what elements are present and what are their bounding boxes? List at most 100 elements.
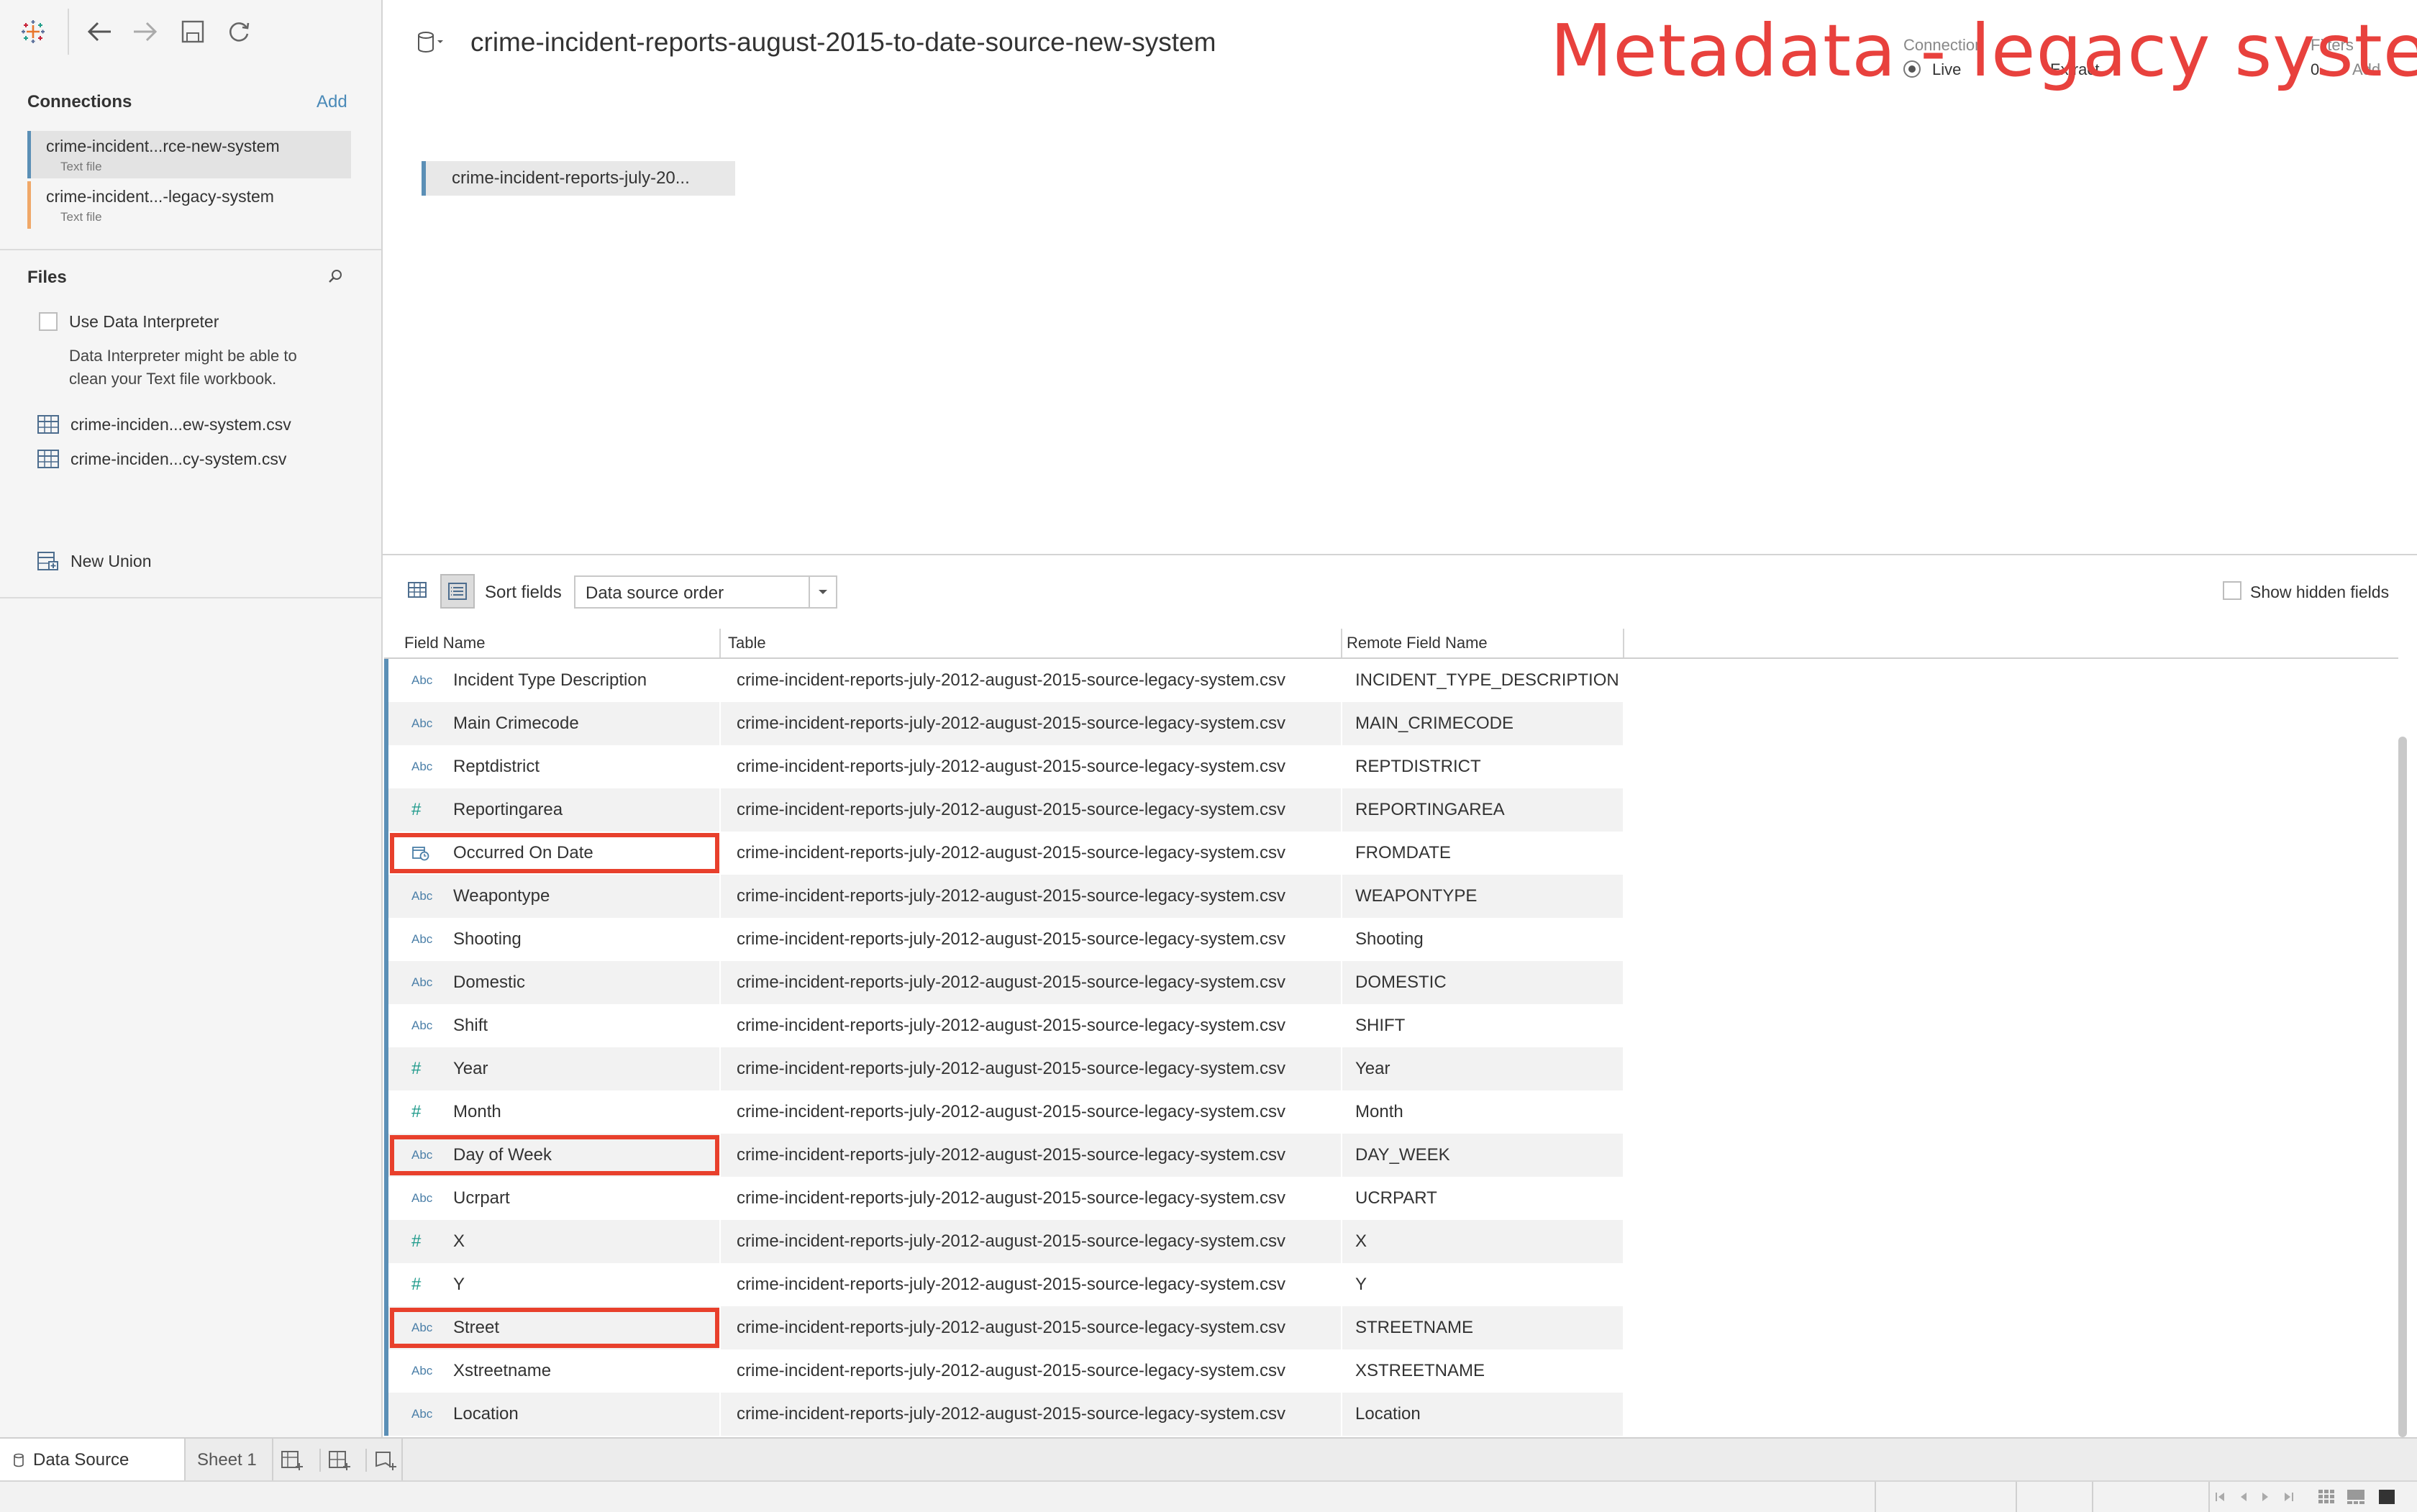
grid-scrollbar[interactable] [2398, 737, 2407, 1437]
forward-arrow-icon[interactable] [129, 16, 161, 47]
filmstrip-icon[interactable] [2347, 1489, 2365, 1508]
number-type-icon[interactable]: # [411, 1220, 440, 1263]
tab-sheet-1[interactable]: Sheet 1 [186, 1439, 273, 1482]
string-type-icon[interactable]: Abc [411, 1004, 440, 1047]
field-name-cell[interactable]: Street [453, 1306, 499, 1349]
number-type-icon[interactable]: # [411, 788, 440, 832]
field-name-cell[interactable]: Y [453, 1263, 465, 1306]
data-interpreter-note: Data Interpreter might be able to [69, 347, 297, 365]
field-name-cell[interactable]: Weapontype [453, 875, 550, 918]
field-name-cell[interactable]: Incident Type Description [453, 659, 647, 702]
field-name-cell[interactable]: Shift [453, 1004, 488, 1047]
string-type-icon[interactable]: Abc [411, 1134, 440, 1177]
string-type-icon[interactable]: Abc [411, 745, 440, 788]
string-type-icon[interactable]: Abc [411, 918, 440, 961]
remote-field-name-cell: Y [1355, 1275, 1367, 1294]
table-row[interactable]: # Month crime-incident-reports-july-2012-a… [384, 1090, 1623, 1134]
new-dashboard-icon[interactable] [328, 1449, 351, 1475]
datasource-icon[interactable] [416, 30, 445, 60]
field-name-cell[interactable]: X [453, 1220, 465, 1263]
table-row[interactable]: Occurred On Date crime-incident-reports-j… [384, 832, 1623, 875]
number-type-icon[interactable]: # [411, 1090, 440, 1134]
connection-name: crime-incident...rce-new-system [46, 137, 280, 155]
page-title[interactable]: crime-incident-reports-august-2015-to-da… [470, 27, 1216, 58]
new-worksheet-icon[interactable] [281, 1449, 304, 1475]
show-hidden-label: Show hidden fields [2250, 583, 2390, 601]
table-row[interactable]: # Xcrime-incident-reports-july-2012-augus… [384, 1220, 1623, 1263]
field-name-cell[interactable]: Shooting [453, 918, 522, 961]
data-interpreter-checkbox[interactable] [39, 312, 58, 331]
field-name-cell[interactable]: Reportingarea [453, 788, 563, 832]
field-name-cell[interactable]: Day of Week [453, 1134, 552, 1177]
string-type-icon[interactable]: Abc [411, 1393, 440, 1436]
table-row[interactable]: Abc Street crime-incident-reports-july-201… [384, 1306, 1623, 1349]
field-name-cell[interactable]: Occurred On Date [453, 832, 593, 875]
tableau-logo-icon[interactable] [17, 16, 49, 47]
metadata-view-icon[interactable] [440, 574, 475, 609]
field-name-cell[interactable]: Year [453, 1047, 488, 1090]
sheet-sorter-icon[interactable] [2318, 1489, 2335, 1508]
table-row[interactable]: Abc Domestic crime-incident-reports-july-2… [384, 961, 1623, 1004]
field-name-cell[interactable]: Location [453, 1393, 519, 1436]
table-row[interactable]: # Ycrime-incident-reports-july-2012-augus… [384, 1263, 1623, 1306]
field-name-cell[interactable]: Ucrpart [453, 1177, 510, 1220]
row-accent-bar [384, 1393, 388, 1436]
column-header-field-name[interactable]: Field Name [404, 629, 485, 657]
number-type-icon[interactable]: # [411, 1263, 440, 1306]
back-arrow-icon[interactable] [83, 16, 115, 47]
table-row[interactable]: # Reportingarea crime-incident-reports-jul… [384, 788, 1623, 832]
field-name-cell[interactable]: Month [453, 1090, 501, 1134]
first-page-icon[interactable] [2214, 1490, 2227, 1507]
field-name-cell[interactable]: Domestic [453, 961, 525, 1004]
refresh-icon[interactable] [223, 16, 255, 47]
column-header-remote-field-name[interactable]: Remote Field Name [1347, 629, 1488, 657]
number-type-icon[interactable]: # [411, 1047, 440, 1090]
new-union-button[interactable]: New Union [37, 548, 152, 574]
field-name-cell[interactable]: Main Crimecode [453, 702, 579, 745]
string-type-icon[interactable]: Abc [411, 961, 440, 1004]
prev-page-icon[interactable] [2237, 1490, 2250, 1507]
tab-data-source[interactable]: Data Source [0, 1439, 186, 1482]
canvas-table-pill[interactable]: crime-incident-reports-july-20... [422, 161, 735, 196]
table-row[interactable]: Abc Main Crimecode crime-incident-reports-… [384, 702, 1623, 745]
string-type-icon[interactable]: Abc [411, 1306, 440, 1349]
table-row[interactable]: Abc Shift crime-incident-reports-july-2012… [384, 1004, 1623, 1047]
string-type-icon[interactable]: Abc [411, 875, 440, 918]
table-row[interactable]: Abc Shooting crime-incident-reports-july-2… [384, 918, 1623, 961]
row-accent-bar [384, 1263, 388, 1306]
last-page-icon[interactable] [2282, 1490, 2295, 1507]
add-connection-link[interactable]: Add [317, 92, 347, 112]
show-hidden-checkbox[interactable] [2223, 581, 2241, 600]
table-row[interactable]: Abc Weapontype crime-incident-reports-july… [384, 875, 1623, 918]
sort-fields-select[interactable]: Data source order [574, 575, 837, 609]
connection-item-new-system[interactable]: crime-incident...rce-new-system Text fil… [27, 131, 351, 178]
next-page-icon[interactable] [2259, 1490, 2272, 1507]
tabs-view-icon[interactable] [2378, 1489, 2395, 1508]
table-row[interactable]: # Year crime-incident-reports-july-2012-au… [384, 1047, 1623, 1090]
table-row[interactable]: Abc Ucrpart crime-incident-reports-july-20… [384, 1177, 1623, 1220]
string-type-icon[interactable]: Abc [411, 702, 440, 745]
field-name-cell[interactable]: Xstreetname [453, 1349, 551, 1393]
new-story-icon[interactable] [374, 1449, 397, 1475]
save-icon[interactable] [177, 16, 209, 47]
file-item[interactable]: crime-inciden...cy-system.csv [37, 446, 286, 472]
canvas-divider[interactable] [383, 554, 2417, 555]
column-header-table[interactable]: Table [728, 629, 766, 657]
table-row[interactable]: Abc Day of Week crime-incident-reports-jul… [384, 1134, 1623, 1177]
table-row[interactable]: Abc Xstreetname crime-incident-reports-jul… [384, 1349, 1623, 1393]
table-row[interactable]: Abc Location crime-incident-reports-july-2… [384, 1393, 1623, 1436]
string-type-icon[interactable]: Abc [411, 1177, 440, 1220]
connection-name: crime-incident...-legacy-system [46, 187, 274, 206]
string-type-icon[interactable]: Abc [411, 659, 440, 702]
cell-divider [719, 702, 721, 745]
table-row[interactable]: Abc Reptdistrict crime-incident-reports-ju… [384, 745, 1623, 788]
search-icon[interactable] [327, 268, 344, 288]
string-type-icon[interactable]: Abc [411, 1349, 440, 1393]
grid-view-icon[interactable] [407, 581, 429, 604]
file-item[interactable]: crime-inciden...ew-system.csv [37, 411, 291, 437]
table-row[interactable]: Abc Incident Type Description crime-incide… [384, 659, 1623, 702]
date-type-icon[interactable] [411, 832, 440, 875]
connection-item-legacy-system[interactable]: crime-incident...-legacy-system Text fil… [27, 181, 351, 229]
field-name-cell[interactable]: Reptdistrict [453, 745, 540, 788]
table-icon [37, 415, 59, 434]
